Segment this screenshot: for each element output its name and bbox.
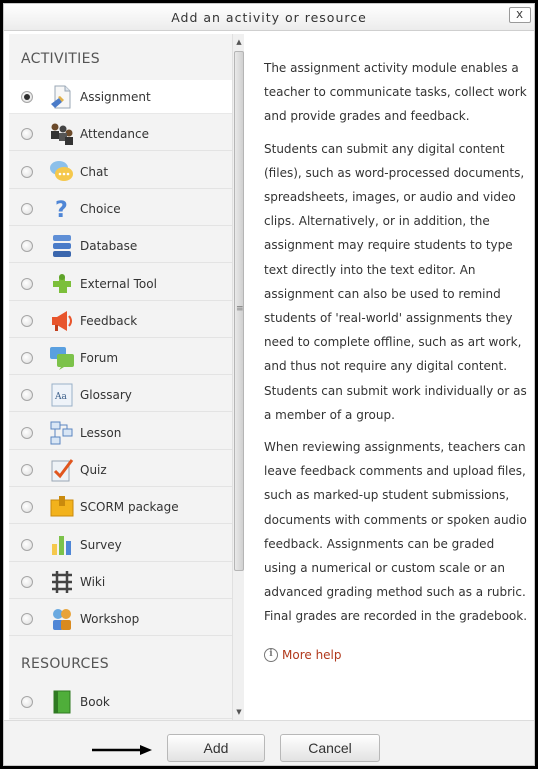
description-paragraph: Students can submit any digital content … — [264, 141, 527, 422]
external-tool-icon — [49, 271, 75, 297]
radio-button[interactable] — [21, 91, 33, 103]
info-icon: i — [264, 647, 278, 662]
dialog-title: Add an activity or resource — [171, 10, 367, 25]
item-label: SCORM package — [80, 500, 179, 515]
activities-item[interactable]: Feedback — [9, 304, 234, 338]
assignment-icon — [49, 84, 75, 110]
book-icon — [49, 689, 75, 715]
more-help-label[interactable]: More help — [282, 643, 342, 667]
radio-button[interactable] — [21, 277, 33, 290]
close-button[interactable]: x — [509, 7, 531, 23]
activity-chooser-dialog: Add an activity or resource x ACTIVITIES… — [3, 3, 535, 766]
workshop-icon — [49, 606, 75, 632]
item-label: Lesson — [80, 425, 122, 440]
svg-text:?: ? — [55, 198, 68, 222]
activities-item[interactable]: External Tool — [9, 267, 234, 301]
wiki-icon — [49, 569, 75, 595]
survey-icon — [49, 532, 75, 558]
radio-button[interactable] — [21, 501, 33, 514]
item-label: Database — [80, 239, 138, 254]
feedback-icon — [49, 308, 75, 334]
item-label: Choice — [80, 201, 121, 216]
arrow-pointer-icon — [92, 745, 152, 755]
lesson-icon — [49, 420, 75, 446]
resources-item[interactable]: Book — [9, 685, 234, 719]
radio-button[interactable] — [21, 696, 33, 708]
chat-icon — [49, 159, 75, 185]
attendance-icon — [49, 121, 75, 147]
radio-button[interactable] — [21, 426, 33, 439]
activities-item[interactable]: Workshop — [9, 602, 234, 637]
resources-heading: RESOURCES — [21, 656, 109, 672]
item-label: Attendance — [80, 127, 149, 142]
activities-item[interactable]: Survey — [9, 528, 234, 562]
item-label: Chat — [80, 164, 109, 179]
cancel-button[interactable]: Cancel — [280, 734, 380, 762]
item-label: Wiki — [80, 574, 106, 589]
more-help-link[interactable]: i More help — [264, 643, 528, 667]
dialog-footer: Add Cancel — [4, 720, 534, 765]
svg-text:Aa: Aa — [54, 392, 67, 402]
activities-item[interactable]: ? Choice — [9, 192, 234, 226]
activities-item[interactable]: Database — [9, 229, 234, 264]
add-button[interactable]: Add — [167, 734, 265, 762]
forum-icon — [49, 345, 75, 371]
activities-item[interactable]: Wiki — [9, 565, 234, 599]
radio-button[interactable] — [21, 389, 33, 402]
item-label: Quiz — [80, 463, 107, 477]
activities-heading: ACTIVITIES — [21, 51, 100, 67]
activities-item[interactable]: Chat — [9, 155, 234, 189]
item-label: Glossary — [80, 388, 132, 403]
grip-icon: ≡ — [236, 304, 244, 314]
item-label: Book — [80, 695, 110, 709]
item-label: Workshop — [80, 612, 140, 627]
radio-button[interactable] — [21, 575, 33, 588]
radio-button[interactable] — [21, 202, 33, 215]
activities-item[interactable]: Aa Glossary — [9, 378, 234, 413]
activities-item[interactable]: Lesson — [9, 416, 234, 450]
radio-button[interactable] — [21, 613, 33, 626]
item-label: External Tool — [80, 276, 157, 291]
scorm-icon — [49, 494, 75, 520]
item-label: Forum — [80, 351, 119, 366]
description-paragraph: The assignment activity module enables a… — [264, 61, 527, 124]
item-label: Feedback — [80, 313, 138, 328]
radio-button[interactable] — [21, 165, 33, 178]
activities-item[interactable]: Assignment — [9, 80, 234, 114]
activities-item[interactable]: Forum — [9, 341, 234, 376]
radio-button[interactable] — [21, 314, 33, 327]
item-label: Survey — [80, 537, 122, 552]
radio-button[interactable] — [21, 538, 33, 551]
radio-button[interactable] — [21, 352, 33, 365]
radio-button[interactable] — [21, 128, 33, 141]
radio-button[interactable] — [21, 240, 33, 253]
list-scrollbar[interactable]: ▲ ≡ ▼ — [232, 34, 244, 720]
item-label: Assignment — [80, 90, 151, 104]
glossary-icon: Aa — [49, 382, 75, 408]
choice-icon: ? — [49, 196, 75, 223]
activity-list: ACTIVITIES Assignment Attendance Chat? Choi… — [9, 34, 234, 720]
scroll-up-arrow-icon[interactable]: ▲ — [233, 36, 245, 48]
description-paragraph: When reviewing assignments, teachers can… — [264, 440, 528, 624]
database-icon — [49, 233, 75, 259]
scroll-down-arrow-icon[interactable]: ▼ — [233, 706, 245, 718]
activities-item[interactable]: Quiz — [9, 453, 234, 487]
module-description: The assignment activity module enables a… — [250, 34, 534, 720]
scroll-thumb[interactable]: ≡ — [234, 51, 244, 571]
dialog-titlebar: Add an activity or resource x — [4, 4, 534, 31]
activities-item[interactable]: SCORM package — [9, 490, 234, 525]
quiz-icon — [49, 457, 75, 483]
radio-button[interactable] — [21, 464, 33, 476]
activities-item[interactable]: Attendance — [9, 117, 234, 152]
